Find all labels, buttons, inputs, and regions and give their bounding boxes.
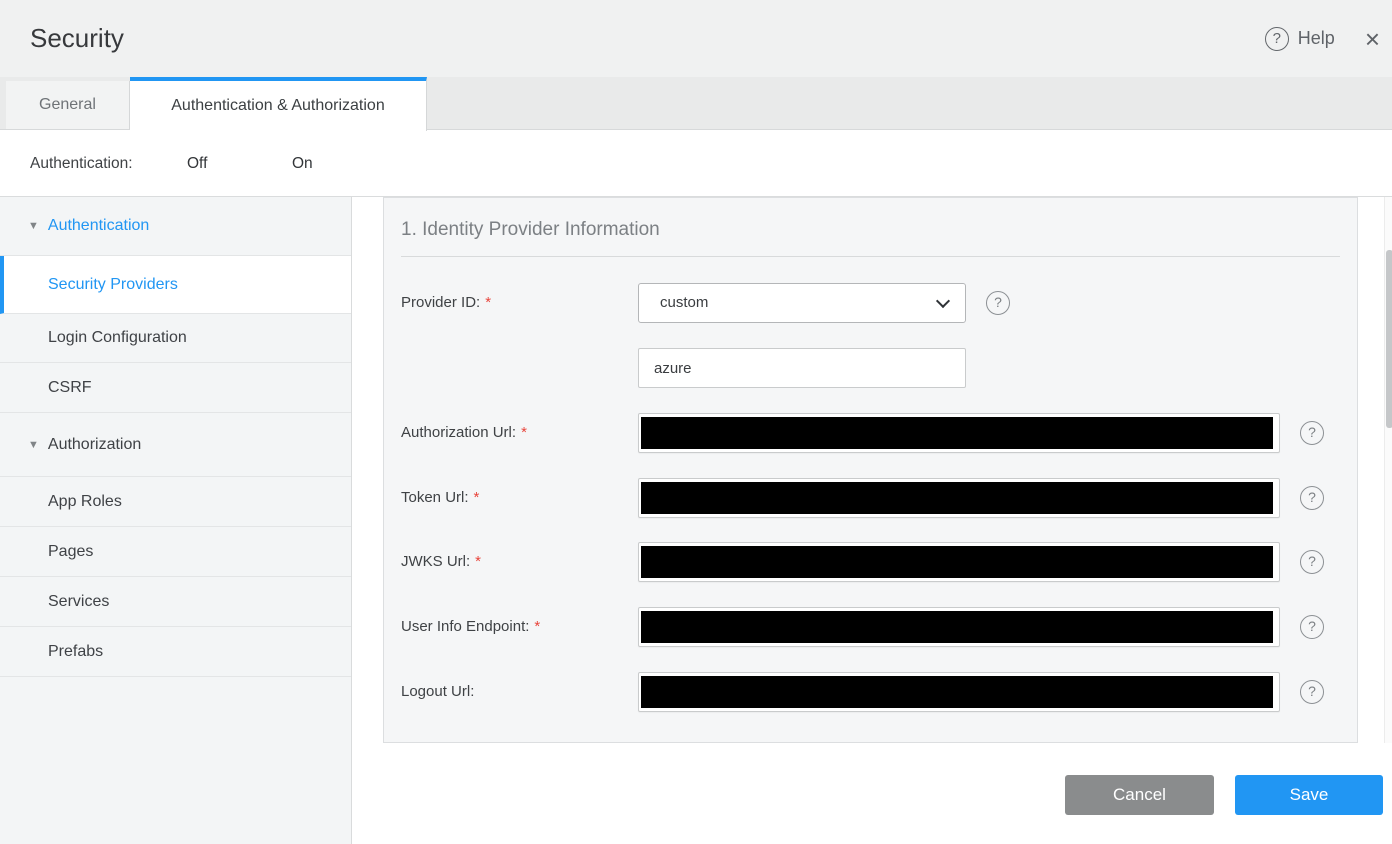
user-info-endpoint-input[interactable] xyxy=(638,607,1280,647)
required-asterisk: * xyxy=(534,618,541,635)
user-info-endpoint-help-icon[interactable]: ? xyxy=(1300,615,1324,639)
sidebar-item-label: Prefabs xyxy=(48,642,104,660)
cancel-button[interactable]: Cancel xyxy=(1065,775,1214,815)
sidebar-item-label: Security Providers xyxy=(48,275,178,293)
user-info-endpoint-row: User Info Endpoint: * ? xyxy=(401,607,1342,647)
redacted-value xyxy=(641,611,1273,643)
redacted-value xyxy=(641,676,1273,708)
redacted-value xyxy=(641,546,1273,578)
sidebar-item-app-roles[interactable]: App Roles xyxy=(0,477,351,527)
authentication-toggle-label: Authentication: xyxy=(30,155,133,172)
provider-id-help-icon[interactable]: ? xyxy=(986,291,1010,315)
required-asterisk: * xyxy=(485,294,492,311)
close-icon[interactable]: × xyxy=(1365,26,1380,52)
token-url-row: Token Url: * ? xyxy=(401,478,1342,518)
token-url-input[interactable] xyxy=(638,478,1280,518)
collapse-triangle-icon: ▼ xyxy=(28,438,39,451)
identity-provider-panel: 1. Identity Provider Information Provide… xyxy=(383,197,1358,743)
sidebar-item-prefabs[interactable]: Prefabs xyxy=(0,627,351,677)
heading-divider xyxy=(401,256,1340,257)
sidebar-item-login-configuration[interactable]: Login Configuration xyxy=(0,314,351,363)
provider-name-input[interactable] xyxy=(638,348,966,388)
token-url-help-icon[interactable]: ? xyxy=(1300,486,1324,510)
required-asterisk: * xyxy=(521,424,527,441)
sidebar-item-label: Pages xyxy=(48,542,94,560)
save-button[interactable]: Save xyxy=(1235,775,1383,815)
security-sidebar: ▼ Authentication Security Providers Logi… xyxy=(0,197,352,844)
redacted-value xyxy=(641,482,1273,514)
jwks-url-label: JWKS Url: xyxy=(401,553,471,570)
dialog-header: Security ? Help × xyxy=(0,0,1392,77)
sidebar-item-pages[interactable]: Pages xyxy=(0,527,351,577)
user-info-endpoint-label: User Info Endpoint: xyxy=(401,618,530,635)
collapse-triangle-icon: ▼ xyxy=(28,220,39,232)
help-icon[interactable]: ? xyxy=(1264,26,1289,51)
tab-general[interactable]: General xyxy=(6,81,130,129)
sidebar-section-label: Authentication xyxy=(47,217,150,234)
jwks-url-row: JWKS Url: * ? xyxy=(401,542,1342,582)
logout-url-label: Logout Url: xyxy=(401,683,475,700)
logout-url-input[interactable] xyxy=(638,672,1280,712)
redacted-value xyxy=(641,417,1273,449)
tab-authentication-authorization[interactable]: Authentication & Authorization xyxy=(130,77,427,131)
sidebar-section-authorization[interactable]: ▼ Authorization xyxy=(0,413,351,477)
sidebar-section-label: Authorization xyxy=(47,435,142,453)
jwks-url-input[interactable] xyxy=(638,542,1280,582)
help-link[interactable]: Help xyxy=(1298,28,1335,49)
scrollbar-thumb[interactable] xyxy=(1386,250,1392,428)
logout-url-help-icon[interactable]: ? xyxy=(1300,680,1324,704)
toggle-on-label: On xyxy=(292,155,313,172)
required-asterisk: * xyxy=(475,553,482,570)
section-heading: 1. Identity Provider Information xyxy=(401,219,660,240)
logout-url-row: Logout Url: ? xyxy=(401,672,1342,712)
authorization-url-help-icon[interactable]: ? xyxy=(1300,421,1324,445)
token-url-label: Token Url: xyxy=(401,489,469,506)
page-title: Security xyxy=(30,23,124,53)
jwks-url-help-icon[interactable]: ? xyxy=(1300,550,1324,574)
sidebar-item-label: CSRF xyxy=(48,378,92,396)
provider-id-select-value: custom xyxy=(660,294,709,311)
sidebar-item-csrf[interactable]: CSRF xyxy=(0,363,351,413)
authorization-url-input[interactable] xyxy=(638,413,1280,453)
provider-id-select[interactable]: custom xyxy=(638,283,966,323)
sidebar-item-security-providers[interactable]: Security Providers xyxy=(0,256,351,314)
sidebar-section-authentication[interactable]: ▼ Authentication xyxy=(0,197,351,256)
authentication-toggle-row: Authentication: Off On xyxy=(0,130,1392,309)
sidebar-item-label: Login Configuration xyxy=(48,329,187,346)
sidebar-item-services[interactable]: Services xyxy=(0,577,351,627)
sidebar-item-label: App Roles xyxy=(48,492,122,510)
required-asterisk: * xyxy=(473,489,480,506)
provider-id-label: Provider ID: xyxy=(401,294,481,311)
provider-name-row xyxy=(401,348,1342,388)
tab-bar: General Authentication & Authorization xyxy=(0,77,1392,131)
provider-id-row: Provider ID: * custom ? xyxy=(401,283,1342,323)
sidebar-item-label: Services xyxy=(48,592,110,610)
authorization-url-row: Authorization Url: * ? xyxy=(401,413,1342,453)
vertical-scrollbar[interactable] xyxy=(1384,197,1392,743)
toggle-off-label: Off xyxy=(187,155,208,172)
authorization-url-label: Authorization Url: xyxy=(401,424,517,441)
chevron-down-icon xyxy=(935,293,951,309)
